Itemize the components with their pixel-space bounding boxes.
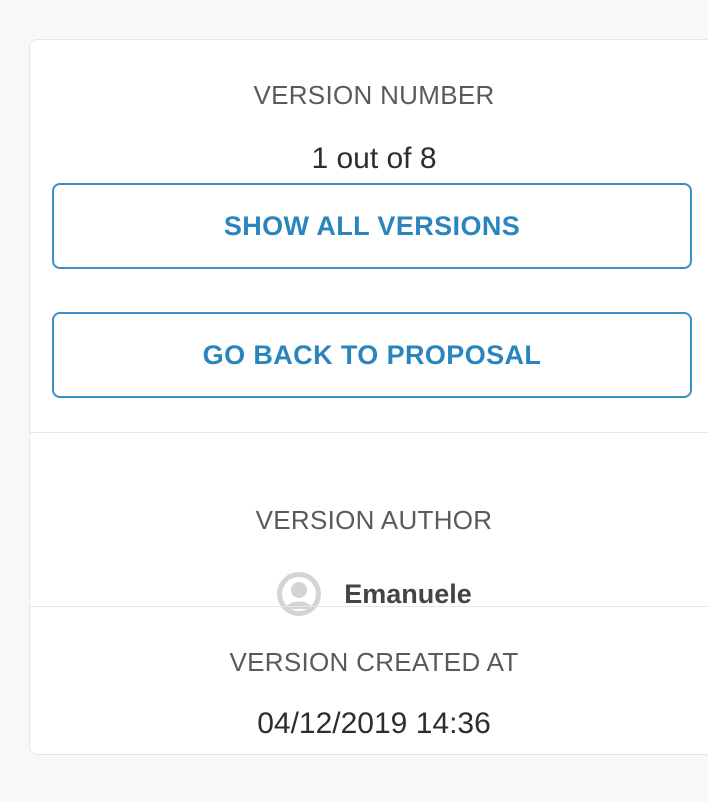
version-author-caption: VERSION AUTHOR	[255, 505, 493, 535]
go-back-to-proposal-button[interactable]: GO BACK TO PROPOSAL	[52, 312, 692, 398]
version-created-value: 04/12/2019 14:36	[257, 707, 491, 740]
version-author-name[interactable]: Emanuele	[344, 579, 472, 610]
version-number-caption: VERSION NUMBER	[253, 80, 495, 110]
version-author-section: VERSION AUTHOR Emanuele	[30, 432, 708, 616]
version-created-section: VERSION CREATED AT 04/12/2019 14:36	[30, 606, 708, 757]
version-number-section: VERSION NUMBER 1 out of 8 SHOW ALL VERSI…	[30, 40, 708, 432]
version-created-caption: VERSION CREATED AT	[229, 647, 519, 677]
show-all-versions-button[interactable]: SHOW ALL VERSIONS	[52, 183, 692, 269]
version-number-value: 1 out of 8	[311, 142, 437, 175]
version-details-panel: VERSION NUMBER 1 out of 8 SHOW ALL VERSI…	[29, 39, 708, 755]
